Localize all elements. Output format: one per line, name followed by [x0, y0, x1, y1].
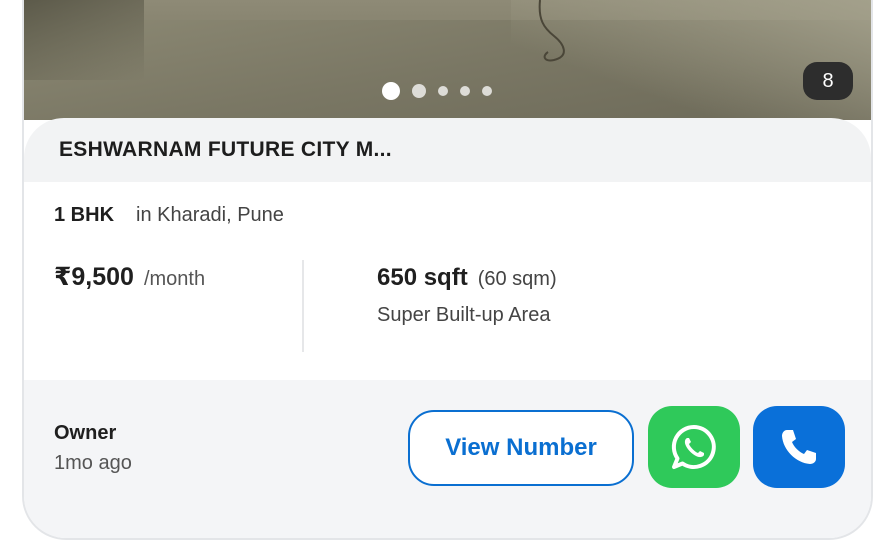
area-label: Super Built-up Area [377, 304, 551, 326]
whatsapp-button[interactable] [648, 406, 740, 488]
call-button[interactable] [753, 406, 845, 488]
type-location-row: 1 BHK in Kharadi, Pune [54, 204, 284, 227]
carousel-dot[interactable] [438, 86, 448, 96]
photo-shadow [24, 0, 144, 80]
cable-graphic [538, 0, 565, 62]
carousel-dot[interactable] [412, 84, 426, 98]
posted-time: 1mo ago [54, 452, 132, 474]
rent-price: ₹9,500 [54, 263, 134, 291]
area-block: 650 sqft (60 sqm) Super Built-up Area [377, 264, 557, 327]
location-text: in Kharadi, Pune [136, 204, 284, 226]
area-sqft: 650 sqft [377, 264, 468, 291]
phone-icon [782, 430, 816, 464]
area-sqm: (60 sqm) [477, 268, 557, 290]
whatsapp-icon [671, 424, 716, 469]
rent-period: /month [143, 268, 206, 290]
carousel-dot-active[interactable] [382, 82, 400, 100]
property-card[interactable]: 8 ESHWARNAM FUTURE CITY M... 1 BHK in Kh… [22, 0, 873, 540]
card-footer: Owner 1mo ago View Number [24, 380, 871, 538]
carousel-dot[interactable] [482, 86, 492, 96]
bhk-type: 1 BHK [54, 204, 115, 226]
divider [302, 260, 304, 352]
photo-count-badge: 8 [803, 62, 853, 100]
posted-by: Owner [54, 422, 117, 444]
property-title[interactable]: ESHWARNAM FUTURE CITY M... [59, 138, 392, 162]
carousel-dots [382, 82, 492, 100]
title-bar: ESHWARNAM FUTURE CITY M... [24, 118, 871, 182]
carousel-dot[interactable] [460, 86, 470, 96]
property-photo[interactable]: 8 [24, 0, 871, 120]
view-number-button[interactable]: View Number [408, 410, 634, 486]
price-block: ₹9,500 /month [54, 262, 205, 292]
